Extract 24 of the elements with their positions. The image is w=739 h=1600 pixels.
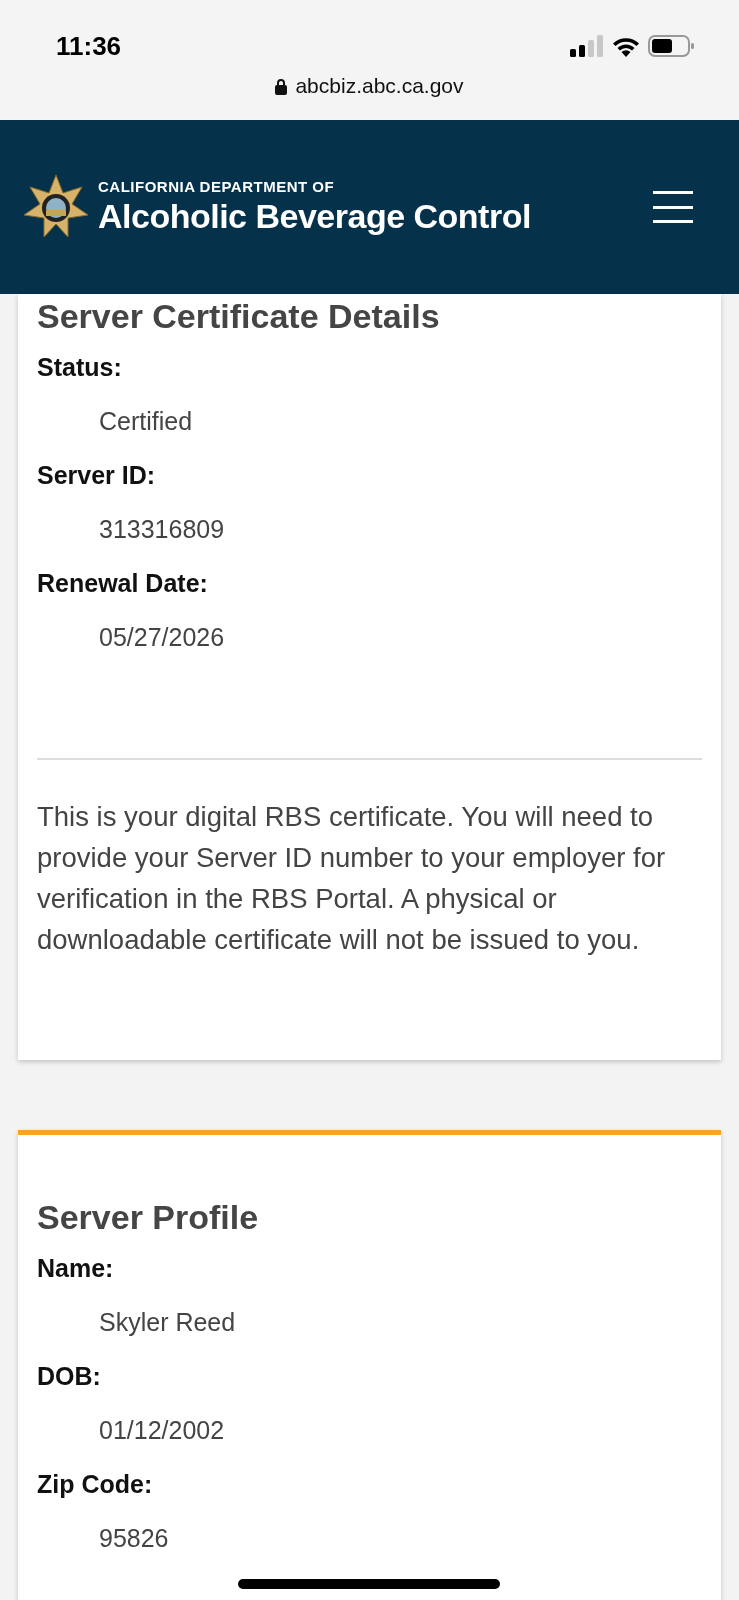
url-text[interactable]: abcbiz.abc.ca.gov: [295, 74, 464, 98]
certificate-note: This is your digital RBS certificate. You will need to provide your Server ID number to your employer for verification in the RBS Portal. A physical or downloadable certificate will not be issued to you.: [37, 800, 667, 957]
field-value: 95826: [99, 1523, 170, 1553]
card-title: Server Certificate Details: [37, 296, 441, 336]
field-label: DOB:: [37, 1361, 102, 1391]
battery-icon: [648, 35, 694, 57]
field-value: Certified: [99, 406, 194, 436]
lock-icon: [275, 77, 288, 95]
header-subtitle: CALIFORNIA DEPARTMENT OF: [98, 178, 336, 195]
card-title: Server Profile: [37, 1197, 260, 1237]
status-time: 11:36: [56, 30, 122, 62]
wifi-icon: [612, 35, 640, 57]
field-value: 01/12/2002: [99, 1415, 226, 1445]
site-title[interactable]: Alcoholic Beverage Control: [98, 197, 531, 236]
menu-button[interactable]: [653, 191, 693, 223]
signal-icon: [570, 35, 604, 57]
field-value: Skyler Reed: [99, 1307, 237, 1337]
field-label: Status:: [37, 352, 123, 382]
field-value: 313316809: [99, 514, 226, 544]
field-label: Name:: [37, 1253, 115, 1283]
field-label: Zip Code:: [37, 1469, 154, 1499]
field-label: Server ID:: [37, 460, 157, 490]
field-label: Renewal Date:: [37, 568, 209, 598]
field-value: 05/27/2026: [99, 622, 226, 652]
